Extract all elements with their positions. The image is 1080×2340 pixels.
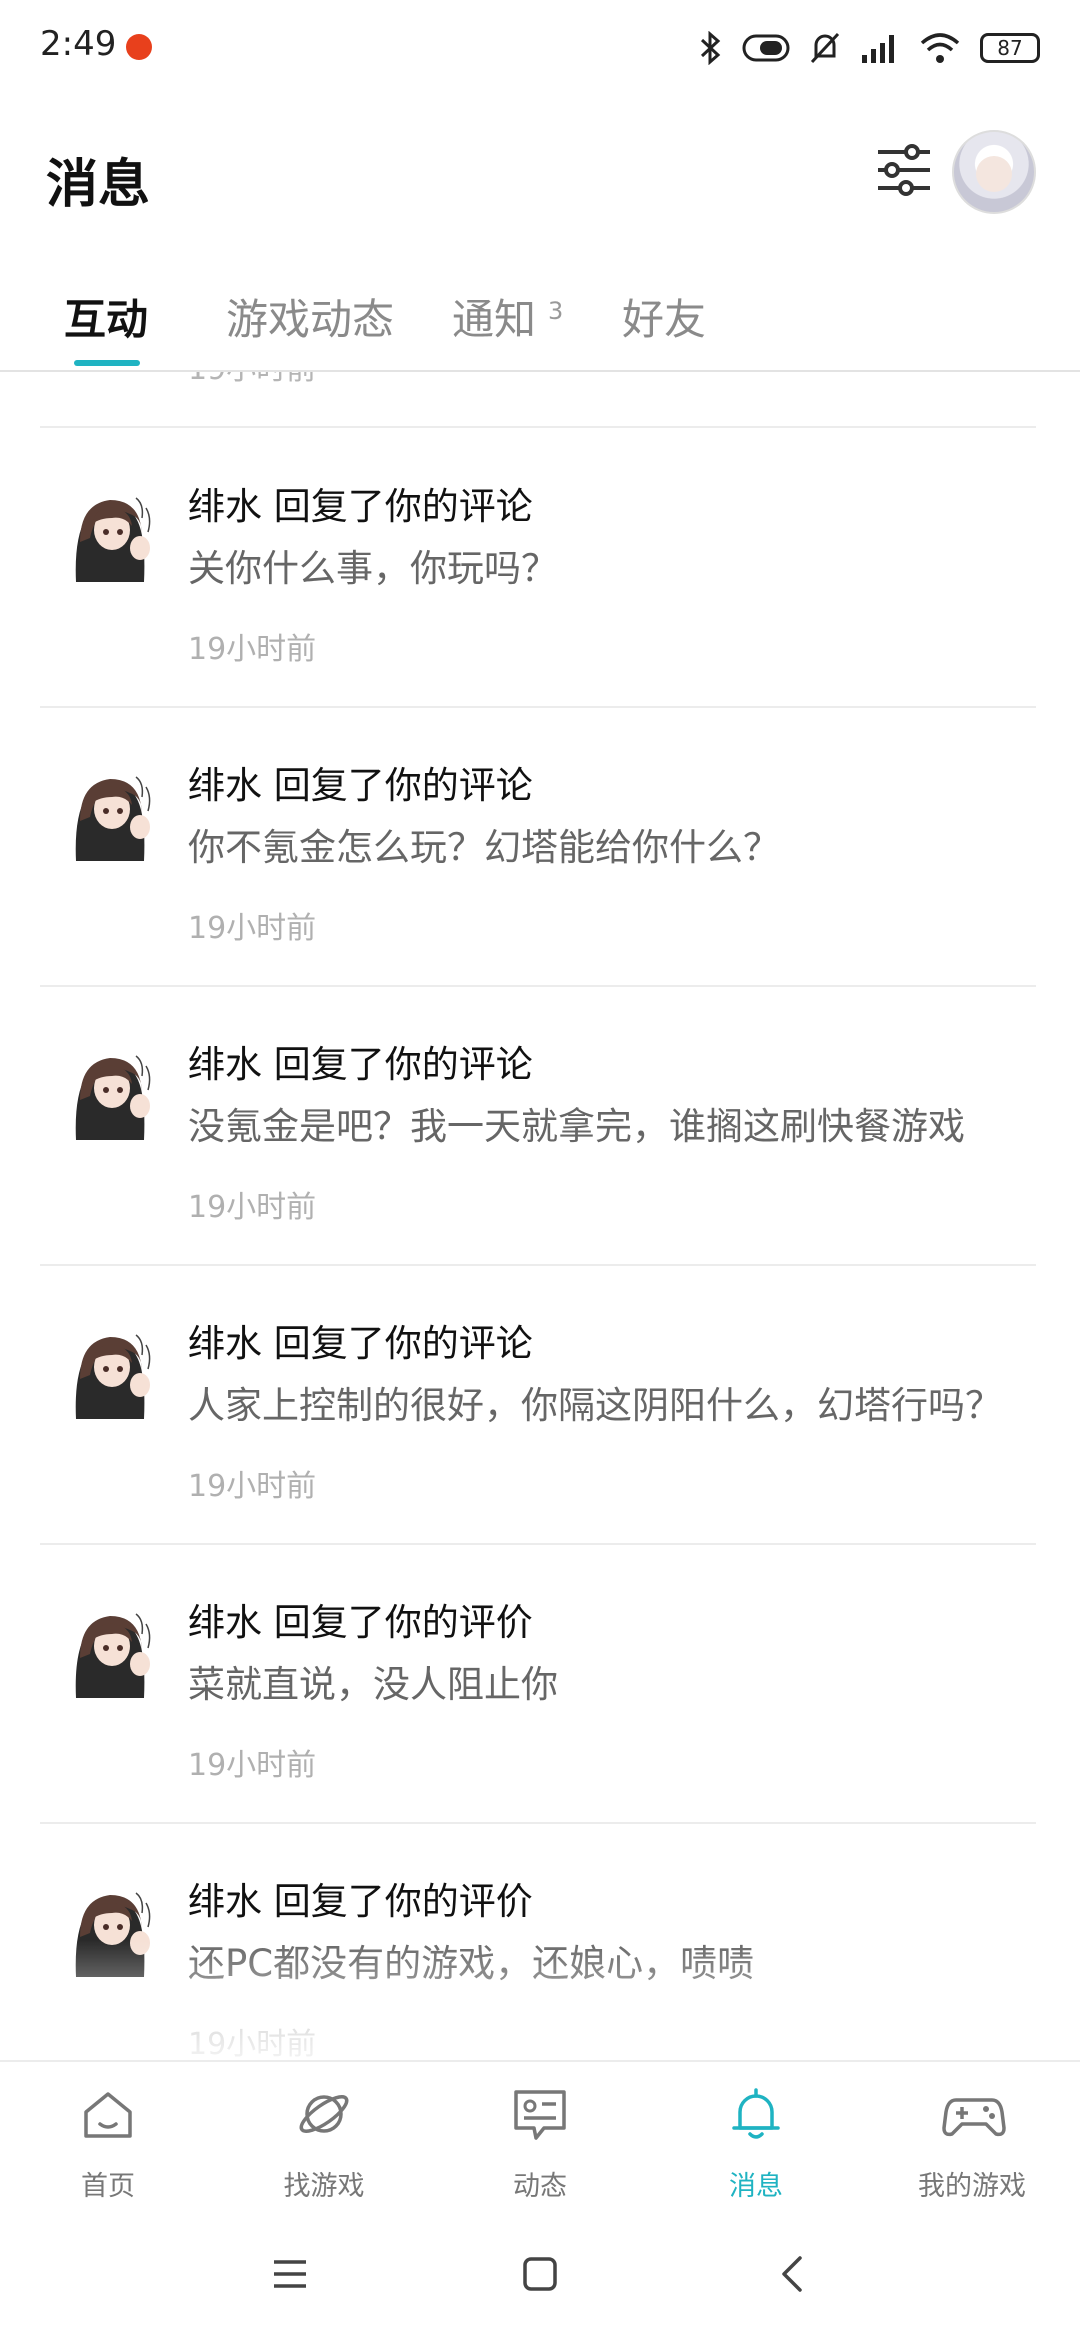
tab-friends[interactable]: 好友 <box>622 286 706 347</box>
user-avatar[interactable] <box>952 130 1036 214</box>
nav-feed[interactable]: 动态 <box>432 2062 648 2212</box>
message-title: 绯水 回复了你的评论 <box>188 1043 533 1086</box>
message-item[interactable]: 绯水 回复了你的评价 菜就直说，没人阻止你 19小时前 <box>0 1544 1080 1822</box>
message-time: 19小时前 <box>188 2027 317 2060</box>
nav-messages[interactable]: 消息 <box>648 2062 864 2212</box>
message-text: 没氪金是吧？我一天就拿完，谁搁这刷快餐游戏 <box>188 1105 965 1148</box>
mute-icon <box>808 30 842 66</box>
wifi-icon <box>918 31 962 65</box>
message-time: 19小时前 <box>188 911 317 946</box>
nav-find-games[interactable]: 找游戏 <box>216 2062 432 2212</box>
tab-notifications[interactable]: 通知 3 <box>452 286 563 347</box>
tab-bar: 互动 游戏动态 通知 3 好友 <box>0 270 1080 372</box>
home-square-icon[interactable] <box>520 2254 560 2298</box>
message-title: 绯水 回复了你的评论 <box>188 1322 533 1365</box>
notification-count-badge: 3 <box>548 297 564 325</box>
sender-avatar[interactable] <box>66 478 156 582</box>
bell-icon <box>732 2088 780 2139</box>
toggle-icon <box>742 33 790 63</box>
status-icons: 87 <box>698 24 1040 72</box>
active-tab-indicator <box>74 360 140 366</box>
tab-label: 通知 <box>452 295 537 344</box>
planet-icon <box>299 2095 349 2133</box>
bottom-nav: 首页 找游戏 动态 消息 我的游戏 <box>0 2060 1080 2212</box>
nav-my-games[interactable]: 我的游戏 <box>864 2062 1080 2212</box>
page-title: 消息 <box>46 155 151 215</box>
message-item[interactable]: 绯水 回复了你的评论 没氪金是吧？我一天就拿完，谁搁这刷快餐游戏 19小时前 <box>0 986 1080 1264</box>
tab-label: 游戏动态 <box>226 295 395 344</box>
header: 消息 <box>0 130 1080 230</box>
nav-label: 动态 <box>513 2171 567 2202</box>
gamepad-icon <box>942 2098 1006 2137</box>
message-item[interactable]: 绯水 回复了你的评论 你不氪金怎么玩？幻塔能给你什么？ 19小时前 <box>0 707 1080 985</box>
message-text: 还PC都没有的游戏，还娘心，啧啧 <box>188 1942 755 1985</box>
message-time: 19小时前 <box>188 1748 317 1783</box>
tab-label: 好友 <box>622 295 707 344</box>
back-icon[interactable] <box>772 2254 812 2298</box>
system-nav-bar <box>0 2210 1080 2340</box>
message-time: 19小时前 <box>188 1469 317 1504</box>
battery-icon: 87 <box>980 33 1040 63</box>
partial-item-time: 19小时前 <box>188 372 316 388</box>
message-time: 19小时前 <box>188 632 317 667</box>
signal-icon <box>860 31 900 65</box>
home-icon <box>84 2092 132 2138</box>
chat-card-icon <box>514 2090 566 2140</box>
message-title: 绯水 回复了你的评价 <box>188 1880 533 1923</box>
message-time: 19小时前 <box>188 1190 317 1225</box>
status-time: 2:49 <box>40 24 117 64</box>
sender-avatar[interactable] <box>66 1036 156 1140</box>
message-item[interactable]: 绯水 回复了你的评论 人家上控制的很好，你隔这阴阳什么，幻塔行吗？ 19小时前 <box>0 1265 1080 1543</box>
status-bar: 2:49 87 <box>0 0 1080 96</box>
message-title: 绯水 回复了你的评论 <box>188 764 533 807</box>
nav-label: 我的游戏 <box>918 2171 1026 2202</box>
sender-avatar[interactable] <box>66 1315 156 1419</box>
message-item[interactable]: 绯水 回复了你的评论 关你什么事，你玩吗？ 19小时前 <box>0 428 1080 706</box>
tab-game-updates[interactable]: 游戏动态 <box>226 286 394 347</box>
tab-interaction[interactable]: 互动 <box>64 286 148 347</box>
nav-label: 首页 <box>81 2171 135 2202</box>
sender-avatar[interactable] <box>66 757 156 861</box>
tab-label: 互动 <box>64 295 149 344</box>
message-list[interactable]: 19小时前 绯水 回复了你的评论 关你什么事，你玩吗？ 19小时前 绯水 回复了… <box>0 372 1080 2060</box>
app-notification-icon <box>126 34 152 60</box>
message-title: 绯水 回复了你的评论 <box>188 485 533 528</box>
nav-label: 消息 <box>729 2171 783 2202</box>
filter-sliders-icon[interactable] <box>874 140 934 200</box>
bluetooth-icon <box>698 31 724 65</box>
nav-home[interactable]: 首页 <box>0 2062 216 2212</box>
nav-label: 找游戏 <box>283 2171 365 2202</box>
sender-avatar[interactable] <box>66 1873 156 1977</box>
message-item[interactable]: 绯水 回复了你的评价 还PC都没有的游戏，还娘心，啧啧 19小时前 <box>0 1823 1080 2060</box>
message-text: 人家上控制的很好，你隔这阴阳什么，幻塔行吗？ <box>188 1384 1002 1427</box>
message-text: 你不氪金怎么玩？幻塔能给你什么？ <box>188 826 780 869</box>
message-title: 绯水 回复了你的评价 <box>188 1601 533 1644</box>
menu-icon[interactable] <box>270 2254 310 2298</box>
message-text: 菜就直说，没人阻止你 <box>188 1663 558 1706</box>
sender-avatar[interactable] <box>66 1594 156 1698</box>
message-text: 关你什么事，你玩吗？ <box>188 547 558 590</box>
